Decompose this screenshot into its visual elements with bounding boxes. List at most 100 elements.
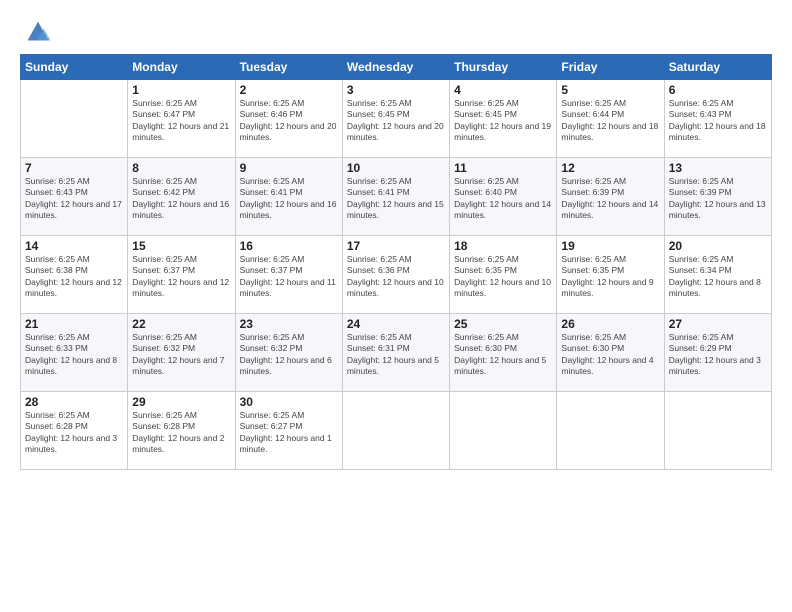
calendar-cell: 5Sunrise: 6:25 AMSunset: 6:44 PMDaylight… [557, 80, 664, 158]
calendar-week-row: 1Sunrise: 6:25 AMSunset: 6:47 PMDaylight… [21, 80, 772, 158]
day-info: Sunrise: 6:25 AMSunset: 6:30 PMDaylight:… [561, 332, 659, 378]
calendar-cell: 14Sunrise: 6:25 AMSunset: 6:38 PMDayligh… [21, 236, 128, 314]
calendar-cell: 13Sunrise: 6:25 AMSunset: 6:39 PMDayligh… [664, 158, 771, 236]
day-info: Sunrise: 6:25 AMSunset: 6:36 PMDaylight:… [347, 254, 445, 300]
calendar-cell: 23Sunrise: 6:25 AMSunset: 6:32 PMDayligh… [235, 314, 342, 392]
calendar-cell: 15Sunrise: 6:25 AMSunset: 6:37 PMDayligh… [128, 236, 235, 314]
day-info: Sunrise: 6:25 AMSunset: 6:32 PMDaylight:… [132, 332, 230, 378]
day-info: Sunrise: 6:25 AMSunset: 6:32 PMDaylight:… [240, 332, 338, 378]
day-number: 5 [561, 83, 659, 97]
day-number: 16 [240, 239, 338, 253]
day-number: 9 [240, 161, 338, 175]
calendar-cell: 11Sunrise: 6:25 AMSunset: 6:40 PMDayligh… [450, 158, 557, 236]
calendar-cell: 29Sunrise: 6:25 AMSunset: 6:28 PMDayligh… [128, 392, 235, 470]
calendar-cell: 2Sunrise: 6:25 AMSunset: 6:46 PMDaylight… [235, 80, 342, 158]
day-number: 30 [240, 395, 338, 409]
day-number: 29 [132, 395, 230, 409]
calendar-table: SundayMondayTuesdayWednesdayThursdayFrid… [20, 54, 772, 470]
day-info: Sunrise: 6:25 AMSunset: 6:46 PMDaylight:… [240, 98, 338, 144]
day-info: Sunrise: 6:25 AMSunset: 6:28 PMDaylight:… [25, 410, 123, 456]
calendar-week-row: 14Sunrise: 6:25 AMSunset: 6:38 PMDayligh… [21, 236, 772, 314]
calendar-header-thursday: Thursday [450, 55, 557, 80]
day-number: 7 [25, 161, 123, 175]
header [20, 16, 772, 44]
day-info: Sunrise: 6:25 AMSunset: 6:33 PMDaylight:… [25, 332, 123, 378]
calendar-cell: 16Sunrise: 6:25 AMSunset: 6:37 PMDayligh… [235, 236, 342, 314]
calendar-cell: 20Sunrise: 6:25 AMSunset: 6:34 PMDayligh… [664, 236, 771, 314]
calendar-cell: 27Sunrise: 6:25 AMSunset: 6:29 PMDayligh… [664, 314, 771, 392]
day-number: 28 [25, 395, 123, 409]
day-info: Sunrise: 6:25 AMSunset: 6:29 PMDaylight:… [669, 332, 767, 378]
day-number: 19 [561, 239, 659, 253]
day-info: Sunrise: 6:25 AMSunset: 6:47 PMDaylight:… [132, 98, 230, 144]
calendar-cell: 3Sunrise: 6:25 AMSunset: 6:45 PMDaylight… [342, 80, 449, 158]
day-number: 12 [561, 161, 659, 175]
calendar-week-row: 21Sunrise: 6:25 AMSunset: 6:33 PMDayligh… [21, 314, 772, 392]
day-number: 14 [25, 239, 123, 253]
day-info: Sunrise: 6:25 AMSunset: 6:43 PMDaylight:… [669, 98, 767, 144]
calendar-cell: 24Sunrise: 6:25 AMSunset: 6:31 PMDayligh… [342, 314, 449, 392]
day-number: 27 [669, 317, 767, 331]
day-info: Sunrise: 6:25 AMSunset: 6:34 PMDaylight:… [669, 254, 767, 300]
calendar-cell: 8Sunrise: 6:25 AMSunset: 6:42 PMDaylight… [128, 158, 235, 236]
day-info: Sunrise: 6:25 AMSunset: 6:41 PMDaylight:… [347, 176, 445, 222]
page: SundayMondayTuesdayWednesdayThursdayFrid… [0, 0, 792, 612]
day-number: 8 [132, 161, 230, 175]
calendar-cell [450, 392, 557, 470]
calendar-cell [664, 392, 771, 470]
day-info: Sunrise: 6:25 AMSunset: 6:44 PMDaylight:… [561, 98, 659, 144]
day-number: 6 [669, 83, 767, 97]
calendar-cell: 28Sunrise: 6:25 AMSunset: 6:28 PMDayligh… [21, 392, 128, 470]
day-info: Sunrise: 6:25 AMSunset: 6:35 PMDaylight:… [561, 254, 659, 300]
day-number: 21 [25, 317, 123, 331]
day-number: 26 [561, 317, 659, 331]
calendar-cell: 17Sunrise: 6:25 AMSunset: 6:36 PMDayligh… [342, 236, 449, 314]
day-info: Sunrise: 6:25 AMSunset: 6:45 PMDaylight:… [454, 98, 552, 144]
calendar-cell: 22Sunrise: 6:25 AMSunset: 6:32 PMDayligh… [128, 314, 235, 392]
day-number: 1 [132, 83, 230, 97]
calendar-cell [342, 392, 449, 470]
calendar-week-row: 7Sunrise: 6:25 AMSunset: 6:43 PMDaylight… [21, 158, 772, 236]
calendar-header-friday: Friday [557, 55, 664, 80]
day-number: 23 [240, 317, 338, 331]
calendar-cell: 30Sunrise: 6:25 AMSunset: 6:27 PMDayligh… [235, 392, 342, 470]
calendar-cell: 26Sunrise: 6:25 AMSunset: 6:30 PMDayligh… [557, 314, 664, 392]
logo [20, 16, 52, 44]
calendar-cell: 7Sunrise: 6:25 AMSunset: 6:43 PMDaylight… [21, 158, 128, 236]
day-info: Sunrise: 6:25 AMSunset: 6:37 PMDaylight:… [132, 254, 230, 300]
calendar-cell [557, 392, 664, 470]
day-number: 15 [132, 239, 230, 253]
calendar-cell: 19Sunrise: 6:25 AMSunset: 6:35 PMDayligh… [557, 236, 664, 314]
day-info: Sunrise: 6:25 AMSunset: 6:31 PMDaylight:… [347, 332, 445, 378]
calendar-cell: 25Sunrise: 6:25 AMSunset: 6:30 PMDayligh… [450, 314, 557, 392]
calendar-cell: 9Sunrise: 6:25 AMSunset: 6:41 PMDaylight… [235, 158, 342, 236]
day-info: Sunrise: 6:25 AMSunset: 6:28 PMDaylight:… [132, 410, 230, 456]
day-number: 24 [347, 317, 445, 331]
day-number: 10 [347, 161, 445, 175]
day-info: Sunrise: 6:25 AMSunset: 6:35 PMDaylight:… [454, 254, 552, 300]
calendar-cell: 1Sunrise: 6:25 AMSunset: 6:47 PMDaylight… [128, 80, 235, 158]
calendar-cell [21, 80, 128, 158]
day-number: 4 [454, 83, 552, 97]
day-number: 22 [132, 317, 230, 331]
calendar-header-sunday: Sunday [21, 55, 128, 80]
calendar-header-wednesday: Wednesday [342, 55, 449, 80]
day-info: Sunrise: 6:25 AMSunset: 6:27 PMDaylight:… [240, 410, 338, 456]
day-info: Sunrise: 6:25 AMSunset: 6:39 PMDaylight:… [561, 176, 659, 222]
day-number: 11 [454, 161, 552, 175]
logo-icon [24, 16, 52, 44]
day-info: Sunrise: 6:25 AMSunset: 6:30 PMDaylight:… [454, 332, 552, 378]
calendar-header-monday: Monday [128, 55, 235, 80]
day-number: 2 [240, 83, 338, 97]
day-info: Sunrise: 6:25 AMSunset: 6:45 PMDaylight:… [347, 98, 445, 144]
day-number: 25 [454, 317, 552, 331]
calendar-cell: 18Sunrise: 6:25 AMSunset: 6:35 PMDayligh… [450, 236, 557, 314]
calendar-cell: 12Sunrise: 6:25 AMSunset: 6:39 PMDayligh… [557, 158, 664, 236]
calendar-cell: 6Sunrise: 6:25 AMSunset: 6:43 PMDaylight… [664, 80, 771, 158]
day-number: 3 [347, 83, 445, 97]
calendar-cell: 4Sunrise: 6:25 AMSunset: 6:45 PMDaylight… [450, 80, 557, 158]
day-info: Sunrise: 6:25 AMSunset: 6:37 PMDaylight:… [240, 254, 338, 300]
calendar-header-tuesday: Tuesday [235, 55, 342, 80]
day-number: 18 [454, 239, 552, 253]
day-number: 17 [347, 239, 445, 253]
